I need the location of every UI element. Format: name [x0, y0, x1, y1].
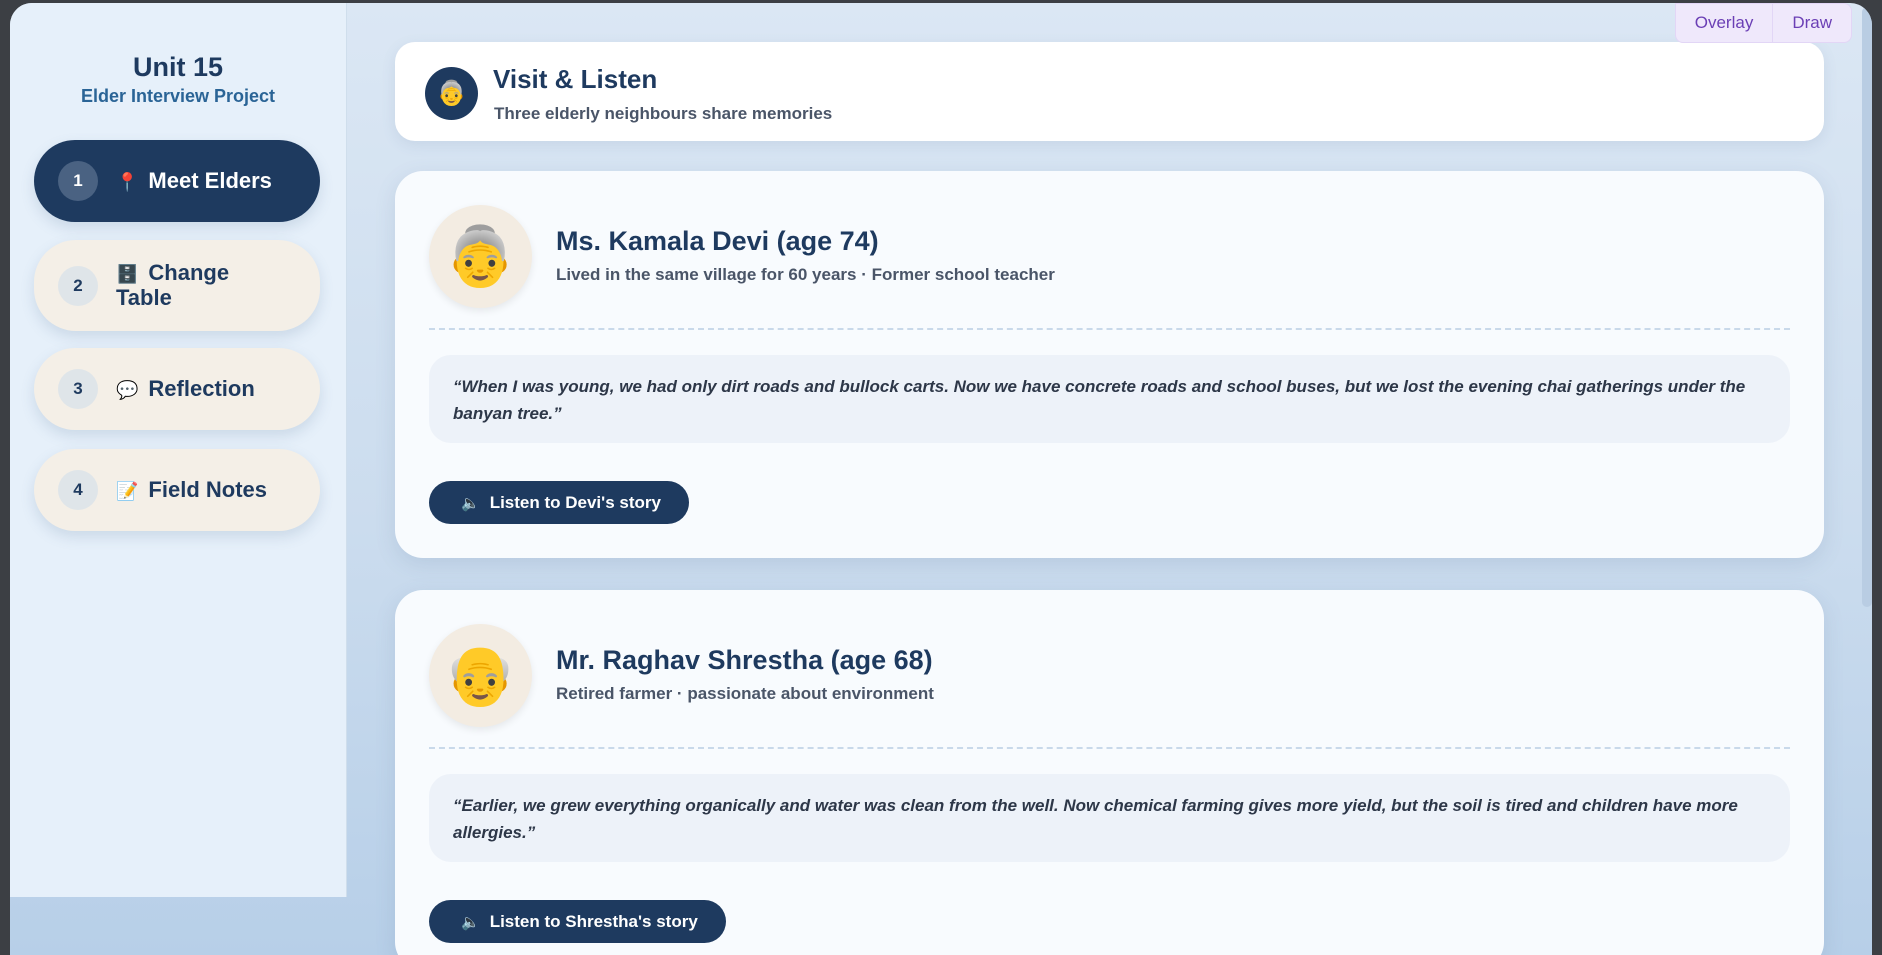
elder-description: Lived in the same village for 60 years ·… — [556, 265, 1055, 284]
speaker-icon: 🔈 — [461, 494, 480, 512]
nav-item-change-table[interactable]: 2 🗄️ Change Table — [34, 240, 320, 331]
elder-name: Ms. Kamala Devi (age 74) — [556, 226, 879, 256]
divider — [429, 747, 1790, 749]
unit-subtitle: Elder Interview Project — [80, 86, 276, 106]
speaker-icon: 🔈 — [461, 913, 480, 931]
step-number: 2 — [58, 265, 98, 306]
nav-item-text: 🗄️ Change Table — [116, 261, 246, 310]
nav-item-text: 📍 Meet Elders — [116, 167, 272, 194]
elder-card: 👴 Mr. Raghav Shrestha (age 68) Retired f… — [395, 590, 1824, 955]
page-title: Visit & Listen — [493, 64, 658, 94]
draw-button[interactable]: Draw — [1773, 3, 1852, 43]
divider — [429, 328, 1790, 330]
elder-man-avatar-icon: 👴 — [429, 624, 532, 727]
nav-item-reflection[interactable]: 3 💬 Reflection — [34, 348, 320, 430]
elder-name: Mr. Raghav Shrestha (age 68) — [556, 645, 933, 675]
page-subtitle: Three elderly neighbours share memories — [494, 104, 833, 123]
elder-woman-icon: 👵 — [425, 67, 478, 120]
step-number: 3 — [58, 369, 98, 409]
memo-icon: 📝 — [116, 480, 139, 501]
elder-quote: “Earlier, we grew everything organically… — [429, 774, 1790, 862]
nav-item-meet-elders[interactable]: 1 📍 Meet Elders — [34, 140, 320, 222]
nav-item-label: Meet Elders — [148, 167, 272, 193]
listen-button-label: Listen to Shrestha's story — [489, 911, 698, 931]
nav-item-label: Field Notes — [148, 476, 267, 502]
elder-card: 👵 Ms. Kamala Devi (age 74) Lived in the … — [395, 171, 1824, 558]
listen-shrestha-button[interactable]: 🔈 Listen to Shrestha's story — [429, 900, 726, 943]
avatar-emoji: 👵 — [444, 223, 517, 289]
nav-item-text: 💬 Reflection — [116, 375, 255, 402]
elder-quote: “When I was young, we had only dirt road… — [429, 355, 1790, 443]
pin-icon: 📍 — [116, 171, 139, 192]
nav-item-label: Reflection — [148, 375, 255, 401]
speech-bubble-icon: 💬 — [116, 379, 139, 400]
scrollbar[interactable] — [1862, 7, 1872, 607]
overlay-button[interactable]: Overlay — [1674, 3, 1774, 43]
step-number: 4 — [58, 470, 98, 510]
elder-woman-avatar-icon: 👵 — [429, 205, 532, 308]
section-header: 👵 Visit & Listen Three elderly neighbour… — [395, 42, 1824, 141]
app-window: Overlay Draw Unit 15 Elder Interview Pro… — [10, 3, 1872, 955]
listen-devi-button[interactable]: 🔈 Listen to Devi's story — [429, 481, 689, 524]
top-toolbar: Overlay Draw — [1674, 3, 1852, 43]
nav-item-text: 📝 Field Notes — [116, 476, 267, 503]
unit-title: Unit 15 — [132, 52, 224, 82]
avatar-emoji: 👴 — [444, 642, 517, 708]
file-cabinet-icon: 🗄️ — [116, 264, 139, 284]
sidebar: Unit 15 Elder Interview Project 1 📍 Meet … — [10, 3, 347, 897]
elder-description: Retired farmer · passionate about enviro… — [556, 684, 934, 703]
listen-button-label: Listen to Devi's story — [489, 492, 661, 512]
step-number: 1 — [58, 161, 98, 201]
nav-item-field-notes[interactable]: 4 📝 Field Notes — [34, 449, 320, 531]
